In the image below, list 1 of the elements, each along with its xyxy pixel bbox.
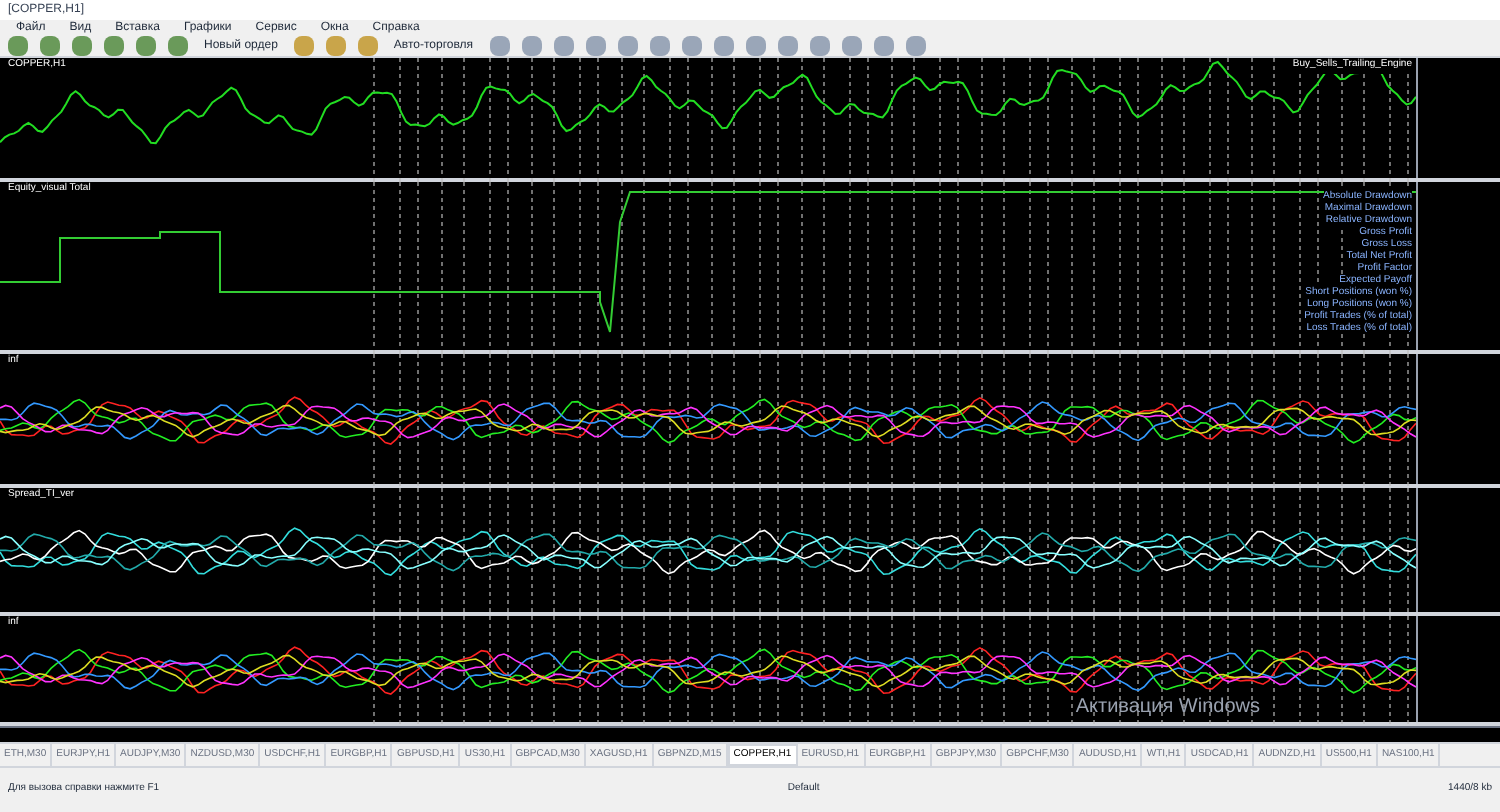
activation-watermark: Активация Windows <box>1075 694 1260 722</box>
